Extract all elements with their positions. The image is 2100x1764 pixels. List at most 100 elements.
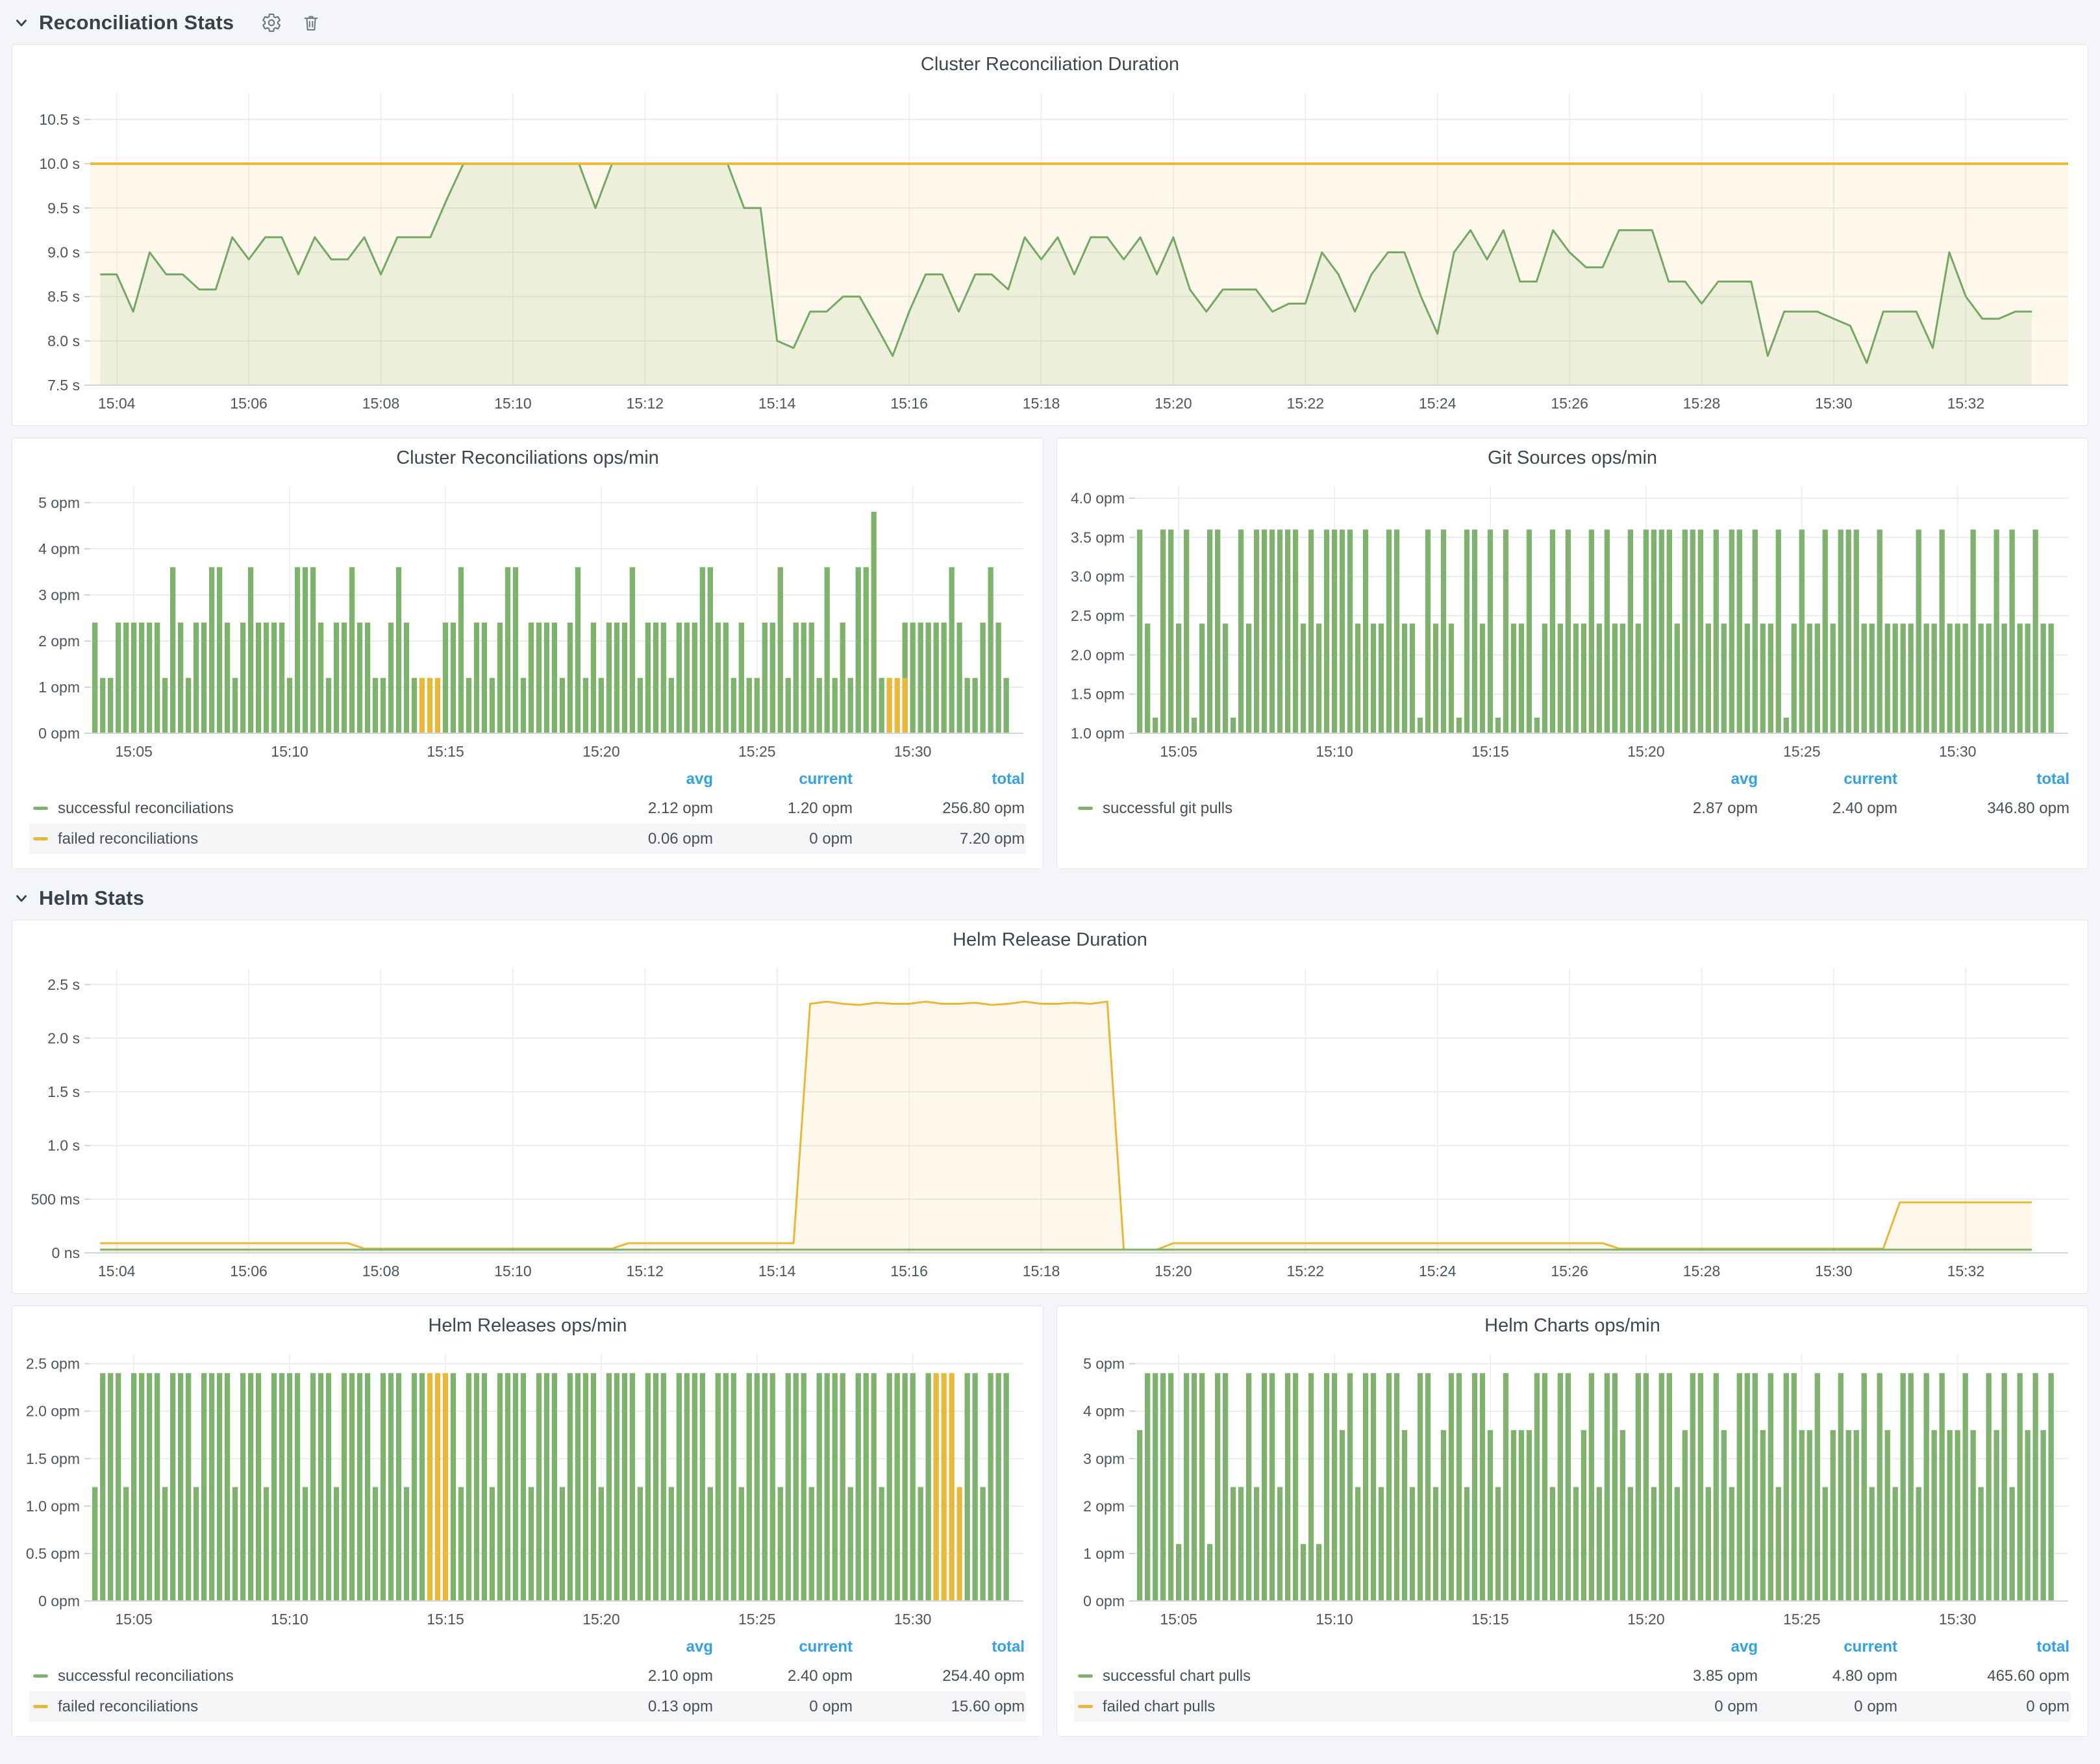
cluster-reconciliation-duration-chart[interactable]: 15:0415:0615:0815:1015:1215:1415:1615:18… bbox=[18, 84, 2082, 416]
svg-text:1 opm: 1 opm bbox=[1083, 1545, 1125, 1562]
svg-text:15:15: 15:15 bbox=[427, 743, 464, 760]
legend-column-total[interactable]: total bbox=[1899, 770, 2071, 788]
svg-text:15:30: 15:30 bbox=[1815, 1263, 1853, 1279]
legend-helm-releases: avgcurrenttotal successful reconciliation… bbox=[29, 1633, 1026, 1722]
legend-series-name[interactable]: successful reconciliations bbox=[58, 800, 234, 818]
legend-value-avg: 0.13 opm bbox=[584, 1698, 714, 1716]
svg-text:15:20: 15:20 bbox=[1155, 1263, 1192, 1279]
section-header-reconciliation-stats[interactable]: Reconciliation Stats bbox=[13, 5, 2088, 40]
svg-text:9.5 s: 9.5 s bbox=[47, 199, 80, 216]
svg-text:10.0 s: 10.0 s bbox=[39, 155, 80, 172]
legend-column-avg[interactable]: avg bbox=[584, 770, 714, 788]
svg-text:500 ms: 500 ms bbox=[31, 1191, 80, 1207]
svg-text:15:30: 15:30 bbox=[1939, 1611, 1977, 1628]
legend-column-total[interactable]: total bbox=[1899, 1638, 2071, 1656]
svg-text:15:22: 15:22 bbox=[1287, 1263, 1325, 1279]
svg-text:15:15: 15:15 bbox=[1471, 743, 1509, 760]
svg-text:2.0 opm: 2.0 opm bbox=[26, 1403, 80, 1420]
legend-series-name[interactable]: successful git pulls bbox=[1103, 800, 1232, 818]
legend-value-total: 346.80 opm bbox=[1899, 800, 2071, 818]
section-settings-button[interactable] bbox=[261, 12, 282, 34]
svg-text:15:05: 15:05 bbox=[1160, 743, 1197, 760]
legend-column-avg[interactable]: avg bbox=[1629, 1638, 1759, 1656]
svg-text:15:32: 15:32 bbox=[1947, 1263, 1985, 1279]
panel-helm-releases-opm: Helm Releases ops/min 15:0515:1015:1515:… bbox=[12, 1305, 1044, 1737]
svg-text:3.5 opm: 3.5 opm bbox=[1071, 529, 1125, 546]
legend-column-avg[interactable]: avg bbox=[1629, 770, 1759, 788]
svg-text:15:15: 15:15 bbox=[427, 1611, 464, 1628]
svg-text:2 opm: 2 opm bbox=[38, 633, 80, 649]
panel-title[interactable]: Cluster Reconciliations ops/min bbox=[12, 438, 1043, 477]
panel-row-helm: Helm Releases ops/min 15:0515:1015:1515:… bbox=[12, 1305, 2088, 1737]
legend-series-name[interactable]: failed reconciliations bbox=[58, 830, 198, 848]
svg-text:4.0 opm: 4.0 opm bbox=[1071, 490, 1125, 507]
svg-text:2.0 opm: 2.0 opm bbox=[1071, 646, 1125, 663]
section-header-helm-stats[interactable]: Helm Stats bbox=[13, 881, 2088, 916]
svg-text:15:06: 15:06 bbox=[230, 395, 268, 412]
svg-text:15:20: 15:20 bbox=[1155, 395, 1192, 412]
svg-text:15:08: 15:08 bbox=[362, 1263, 400, 1279]
legend-series-name[interactable]: successful chart pulls bbox=[1103, 1667, 1251, 1685]
legend-series-name[interactable]: successful reconciliations bbox=[58, 1667, 234, 1685]
svg-text:15:18: 15:18 bbox=[1023, 395, 1060, 412]
svg-text:15:10: 15:10 bbox=[271, 1611, 308, 1628]
svg-text:5 opm: 5 opm bbox=[1083, 1355, 1125, 1372]
legend-value-avg: 0.06 opm bbox=[584, 830, 714, 848]
svg-text:2.5 opm: 2.5 opm bbox=[26, 1355, 80, 1372]
svg-text:15:28: 15:28 bbox=[1683, 395, 1721, 412]
helm-charts-opm-chart[interactable]: 15:0515:1015:1515:2015:2515:300 opm1 opm… bbox=[1062, 1345, 2082, 1632]
section-delete-button[interactable] bbox=[301, 12, 321, 34]
svg-text:15:10: 15:10 bbox=[271, 743, 308, 760]
svg-text:15:12: 15:12 bbox=[627, 1263, 664, 1279]
legend-series-name[interactable]: failed chart pulls bbox=[1103, 1698, 1215, 1716]
panel-title[interactable]: Cluster Reconciliation Duration bbox=[12, 45, 2088, 84]
cluster-reconciliations-opm-svg: 15:0515:1015:1515:2015:2515:300 opm1 opm… bbox=[18, 477, 1038, 764]
svg-text:15:26: 15:26 bbox=[1551, 395, 1588, 412]
legend-column-current[interactable]: current bbox=[1759, 770, 1899, 788]
legend-row: failed reconciliations0.06 opm0 opm7.20 … bbox=[29, 824, 1026, 854]
legend-row: successful reconciliations2.12 opm1.20 o… bbox=[29, 793, 1026, 824]
section-title-helm-stats: Helm Stats bbox=[39, 887, 144, 910]
svg-text:15:20: 15:20 bbox=[1627, 743, 1665, 760]
svg-text:15:05: 15:05 bbox=[115, 743, 153, 760]
legend-value-avg: 2.10 opm bbox=[584, 1667, 714, 1685]
svg-text:15:16: 15:16 bbox=[890, 1263, 928, 1279]
legend-value-current: 0 opm bbox=[714, 1698, 854, 1716]
svg-text:2.5 opm: 2.5 opm bbox=[1071, 607, 1125, 624]
legend-column-current[interactable]: current bbox=[1759, 1638, 1899, 1656]
panel-title[interactable]: Helm Charts ops/min bbox=[1057, 1306, 2088, 1345]
legend-column-total[interactable]: total bbox=[854, 1638, 1026, 1656]
svg-text:15:14: 15:14 bbox=[758, 1263, 796, 1279]
git-sources-opm-svg: 15:0515:1015:1515:2015:2515:301.0 opm1.5… bbox=[1062, 477, 2082, 764]
svg-text:15:22: 15:22 bbox=[1287, 395, 1325, 412]
svg-text:15:20: 15:20 bbox=[582, 1611, 620, 1628]
svg-text:15:25: 15:25 bbox=[1783, 743, 1821, 760]
helm-releases-opm-chart[interactable]: 15:0515:1015:1515:2015:2515:300 opm0.5 o… bbox=[18, 1345, 1038, 1632]
legend-column-current[interactable]: current bbox=[714, 1638, 854, 1656]
section-actions bbox=[261, 12, 321, 34]
legend-header-row: avgcurrenttotal bbox=[29, 766, 1026, 793]
git-sources-opm-chart[interactable]: 15:0515:1015:1515:2015:2515:301.0 opm1.5… bbox=[1062, 477, 2082, 764]
gear-icon bbox=[261, 12, 282, 33]
svg-text:15:06: 15:06 bbox=[230, 1263, 268, 1279]
svg-text:1.0 s: 1.0 s bbox=[47, 1137, 80, 1154]
cluster-reconciliations-opm-chart[interactable]: 15:0515:1015:1515:2015:2515:300 opm1 opm… bbox=[18, 477, 1038, 764]
svg-text:1.5 opm: 1.5 opm bbox=[1071, 686, 1125, 703]
panel-title[interactable]: Helm Release Duration bbox=[12, 920, 2088, 959]
svg-text:15:30: 15:30 bbox=[894, 743, 932, 760]
legend-column-total[interactable]: total bbox=[854, 770, 1026, 788]
legend-column-avg[interactable]: avg bbox=[584, 1638, 714, 1656]
section-title-reconciliation-stats: Reconciliation Stats bbox=[39, 11, 234, 34]
legend-column-current[interactable]: current bbox=[714, 770, 854, 788]
svg-text:15:25: 15:25 bbox=[738, 1611, 776, 1628]
legend-value-current: 1.20 opm bbox=[714, 800, 854, 818]
legend-value-current: 4.80 opm bbox=[1759, 1667, 1899, 1685]
panel-title[interactable]: Helm Releases ops/min bbox=[12, 1306, 1043, 1345]
panel-title[interactable]: Git Sources ops/min bbox=[1057, 438, 2088, 477]
legend-series-color bbox=[1078, 1705, 1093, 1708]
svg-text:15:26: 15:26 bbox=[1551, 1263, 1588, 1279]
helm-release-duration-chart[interactable]: 15:0415:0615:0815:1015:1215:1415:1615:18… bbox=[18, 959, 2082, 1284]
legend-series-name[interactable]: failed reconciliations bbox=[58, 1698, 198, 1716]
svg-text:15:20: 15:20 bbox=[1627, 1611, 1665, 1628]
svg-text:15:10: 15:10 bbox=[494, 395, 532, 412]
